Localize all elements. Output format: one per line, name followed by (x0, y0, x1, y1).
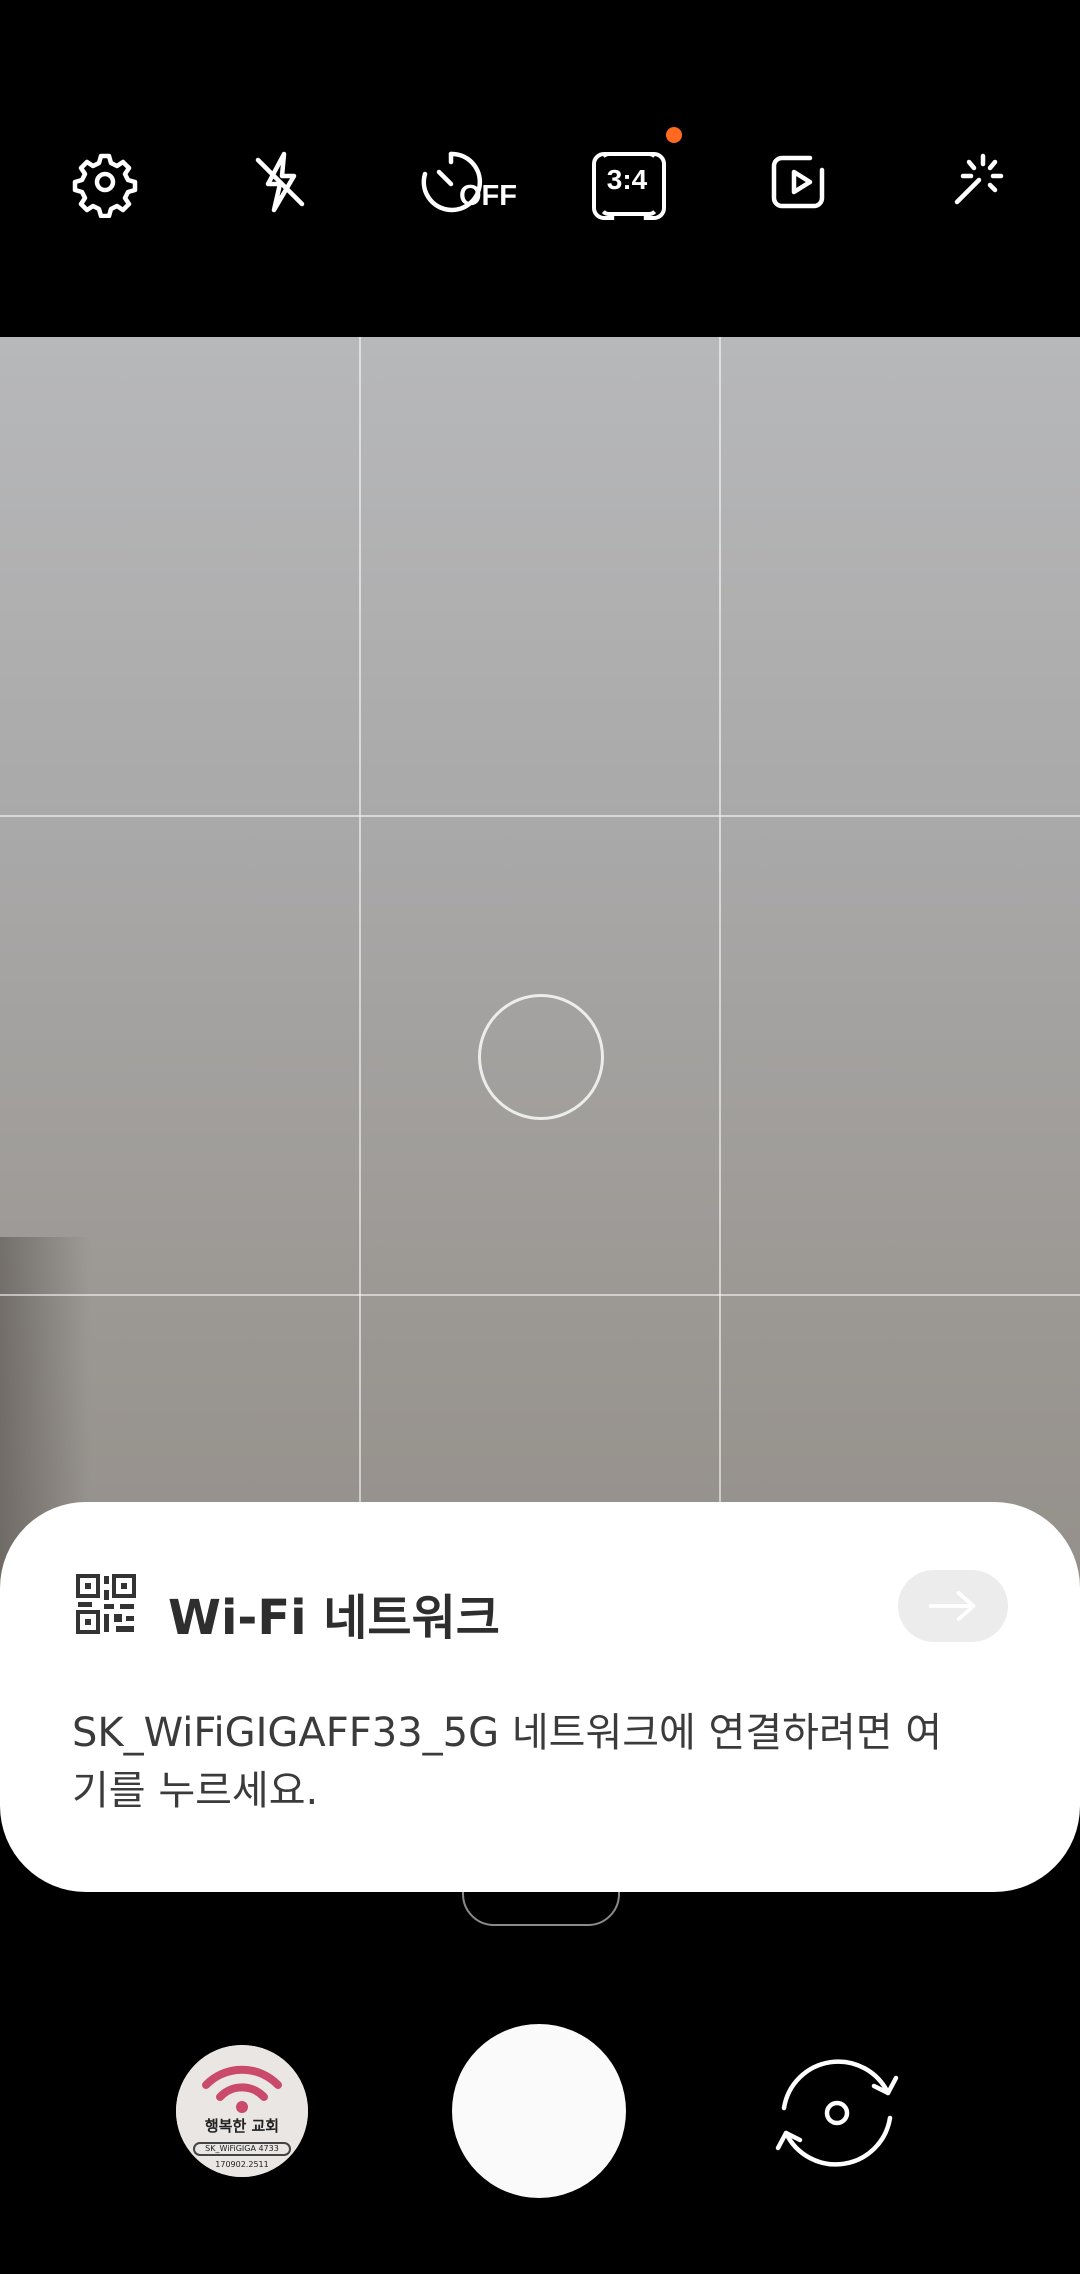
thumbnail-image (176, 2045, 308, 2177)
switch-camera-button[interactable] (762, 2048, 912, 2178)
connect-arrow-button[interactable] (898, 1570, 1008, 1642)
gallery-thumbnail[interactable]: 행복한 교회 SK_WiFiGIGA 4733 170902.2511 (176, 2045, 308, 2177)
settings-button[interactable] (53, 130, 157, 234)
thumbnail-number: 170902.2511 (215, 2160, 269, 2169)
magic-effect-icon (954, 153, 1004, 205)
arrow-right-icon (928, 1591, 976, 1621)
focus-indicator (478, 994, 604, 1120)
flash-off-icon (255, 151, 305, 213)
new-feature-dot (666, 127, 682, 143)
effects-button[interactable] (923, 130, 1027, 234)
thumbnail-text: 행복한 교회 (204, 2117, 280, 2135)
switch-camera-icon (775, 2059, 899, 2167)
camera-top-toolbar: OFF 3:4 (0, 0, 1080, 337)
gear-icon (72, 153, 138, 218)
thumbnail-ssid: SK_WiFiGIGA 4733 (205, 2144, 279, 2153)
qr-code-icon (76, 1574, 136, 1634)
timer-button[interactable]: OFF (403, 130, 553, 234)
timer-label: OFF (459, 180, 517, 212)
grid-line-horizontal-2 (0, 1294, 1080, 1296)
flash-button[interactable] (228, 130, 332, 234)
wifi-qr-sheet[interactable]: Wi-Fi 네트워크 SK_WiFiGIGAFF33_5G 네트워크에 연결하려… (0, 1502, 1080, 1892)
sheet-message: SK_WiFiGIGAFF33_5G 네트워크에 연결하려면 여기를 누르세요. (72, 1710, 943, 1814)
motion-photo-icon (771, 155, 825, 209)
shutter-button[interactable] (452, 2024, 626, 2198)
aspect-ratio-button[interactable]: 3:4 (574, 127, 686, 234)
motion-photo-button[interactable] (748, 130, 852, 234)
grid-line-horizontal-1 (0, 815, 1080, 817)
sheet-title: Wi-Fi 네트워크 (168, 1590, 500, 1646)
ratio-label: 3:4 (606, 164, 648, 195)
